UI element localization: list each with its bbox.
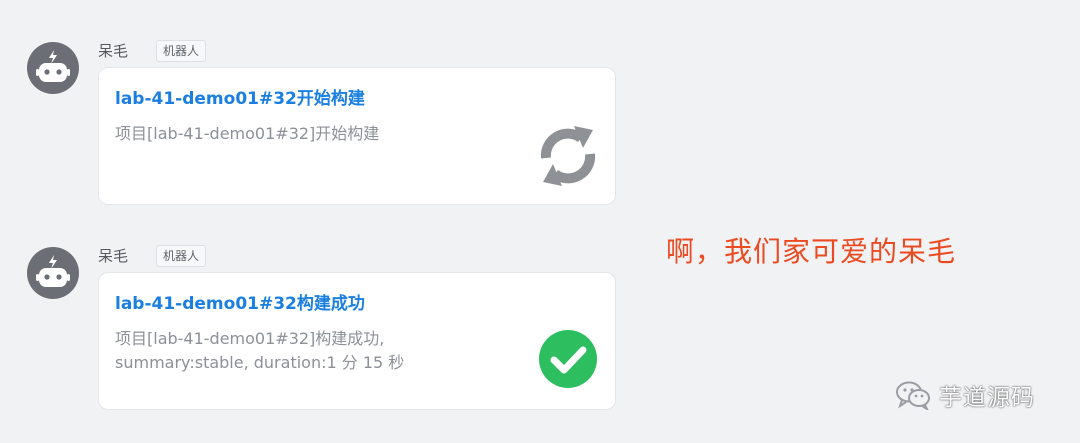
chat-message-build-success: 呆毛 机器人 lab-41-demo01#32构建成功 项目[lab-41-de… — [0, 243, 640, 433]
bot-badge: 机器人 — [156, 40, 207, 62]
card-body-line: 项目[lab-41-demo01#32]构建成功, — [115, 329, 385, 348]
robot-icon — [36, 50, 70, 82]
message-card[interactable]: lab-41-demo01#32构建成功 项目[lab-41-demo01#32… — [98, 272, 616, 410]
wechat-icon — [896, 381, 930, 410]
watermark: 芋道源码 — [895, 378, 1035, 412]
robot-avatar[interactable] — [27, 247, 79, 299]
card-body: 项目[lab-41-demo01#32]开始构建 — [115, 122, 515, 146]
caption-text: 啊，我们家可爱的呆毛 — [666, 235, 957, 268]
card-body-line: 项目[lab-41-demo01#32]开始构建 — [115, 124, 380, 143]
success-check-icon — [537, 325, 599, 393]
refresh-icon — [537, 120, 599, 196]
message-card[interactable]: lab-41-demo01#32开始构建 项目[lab-41-demo01#32… — [98, 67, 616, 205]
chat-message-build-started: 呆毛 机器人 lab-41-demo01#32开始构建 项目[lab-41-de… — [0, 38, 640, 228]
robot-icon — [36, 255, 70, 287]
card-body-line: summary:stable, duration:1 分 15 秒 — [115, 353, 405, 372]
sender-name: 呆毛 — [98, 42, 129, 60]
card-body: 项目[lab-41-demo01#32]构建成功, summary:stable… — [115, 327, 515, 375]
card-title-link[interactable]: lab-41-demo01#32开始构建 — [115, 88, 365, 110]
watermark-text: 芋道源码 — [939, 385, 1035, 411]
sender-name: 呆毛 — [98, 247, 129, 265]
robot-avatar[interactable] — [27, 42, 79, 94]
bot-badge: 机器人 — [156, 245, 207, 267]
card-title-link[interactable]: lab-41-demo01#32构建成功 — [115, 293, 365, 315]
